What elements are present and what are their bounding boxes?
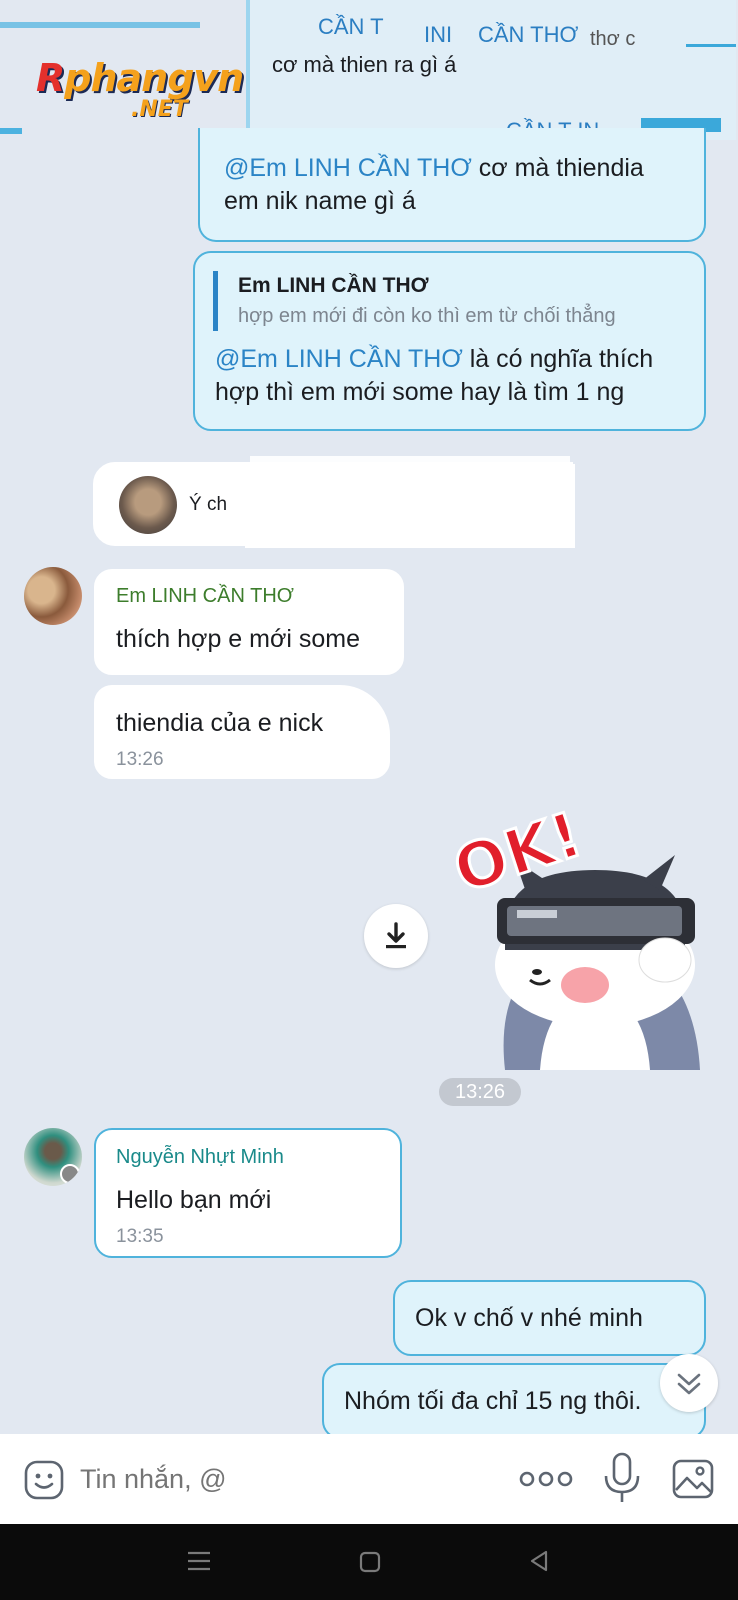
- incoming-message-bubble[interactable]: Nguyễn Nhựt Minh Hello bạn mới 13:35: [94, 1128, 402, 1258]
- outgoing-reply-bubble[interactable]: Em LINH CẦN THƠ hợp em mới đi còn ko thì…: [193, 251, 706, 431]
- sticker-image: OK!: [444, 796, 700, 1070]
- message-text: Ok v chố v nhé minh: [415, 1304, 643, 1332]
- message-text: Nhóm tối đa chỉ 15 ng thôi.: [344, 1387, 642, 1415]
- microphone-button[interactable]: [600, 1450, 644, 1506]
- image-icon: [672, 1459, 714, 1499]
- sticker-ok[interactable]: OK!: [444, 796, 715, 1070]
- emoji-button[interactable]: [22, 1458, 66, 1502]
- download-icon: [386, 922, 406, 949]
- outgoing-message-bubble[interactable]: @Em LINH CẦN THƠ cơ mà thiendia em nik n…: [198, 128, 706, 242]
- message-input-bar: [0, 1434, 738, 1524]
- card-avatar: [119, 476, 177, 534]
- menu-icon: [188, 1551, 210, 1571]
- sender-name[interactable]: Nguyễn Nhựt Minh: [116, 1146, 284, 1169]
- message-text: @Em LINH CẦN THƠ là có nghĩa thích hợp t…: [215, 345, 654, 406]
- time-pill: 13:26: [439, 1078, 521, 1106]
- logo-main-text: Rphangvn: [36, 56, 244, 100]
- card-text: Ý ch: [189, 494, 228, 515]
- sender-avatar[interactable]: [24, 1128, 82, 1186]
- message-text: thích hợp e mới some: [116, 625, 360, 653]
- message-text: Hello bạn mới: [116, 1186, 272, 1214]
- message-time: 13:26: [116, 749, 164, 770]
- microphone-icon: [604, 1452, 640, 1502]
- system-navigation-bar: [0, 1524, 738, 1600]
- redaction-smear: [0, 22, 200, 28]
- incoming-message-bubble[interactable]: Em LINH CẦN THƠ thích hợp e mới some: [94, 569, 404, 675]
- recent-apps-button[interactable]: [186, 1548, 212, 1574]
- shared-card[interactable]: Ý ch: [93, 462, 575, 548]
- download-button[interactable]: [364, 904, 428, 968]
- quoted-sender: Em LINH CẦN THƠ: [238, 274, 429, 297]
- watermark-logo: Rphangvn .NET: [36, 56, 244, 122]
- message-time: 13:35: [116, 1226, 164, 1247]
- cut-off-message-fragment: CẦN T INI CẦN THƠ thơ c cơ mà thien ra g…: [246, 0, 736, 140]
- mention-link[interactable]: @Em LINH CẦN THƠ: [215, 345, 463, 373]
- message-text: @Em LINH CẦN THƠ cơ mà thiendia em nik n…: [224, 154, 644, 215]
- sender-name[interactable]: Em LINH CẦN THƠ: [116, 585, 294, 608]
- sender-avatar[interactable]: [24, 567, 82, 625]
- home-button[interactable]: [358, 1550, 382, 1574]
- quoted-text: hợp em mới đi còn ko thì em từ chối thẳn…: [238, 305, 616, 327]
- image-button[interactable]: [670, 1456, 716, 1502]
- message-input[interactable]: [80, 1456, 500, 1502]
- quoted-message[interactable]: Em LINH CẦN THƠ hợp em mới đi còn ko thì…: [213, 271, 616, 331]
- fragment-text: thơ c: [590, 28, 636, 50]
- more-dots-icon: [519, 1471, 573, 1487]
- fragment-text: CẦN T: [318, 14, 384, 39]
- outgoing-message-bubble[interactable]: Nhóm tối đa chỉ 15 ng thôi.: [322, 1363, 706, 1439]
- avatar-badge-icon: [60, 1164, 80, 1184]
- fragment-text: CẦN THƠ: [478, 22, 579, 47]
- fragment-text: INI: [424, 22, 453, 47]
- back-button[interactable]: [526, 1548, 552, 1574]
- emoji-icon: [24, 1460, 64, 1500]
- back-triangle-icon: [530, 1550, 548, 1572]
- home-square-icon: [359, 1551, 381, 1573]
- mention-link[interactable]: @Em LINH CẦN THƠ: [224, 154, 472, 182]
- message-text: thiendia của e nick: [116, 709, 324, 737]
- chevron-double-down-icon: [677, 1373, 701, 1395]
- incoming-message-bubble[interactable]: thiendia của e nick 13:26: [94, 685, 390, 779]
- redaction-smear: [0, 128, 22, 134]
- scroll-down-button[interactable]: [660, 1354, 718, 1412]
- more-button[interactable]: [518, 1464, 574, 1494]
- logo-sub-text: .NET: [131, 97, 188, 122]
- outgoing-message-bubble[interactable]: Ok v chố v nhé minh: [393, 1280, 706, 1356]
- redaction-smear: [250, 456, 570, 462]
- fragment-text: cơ mà thien ra gì á: [272, 52, 457, 77]
